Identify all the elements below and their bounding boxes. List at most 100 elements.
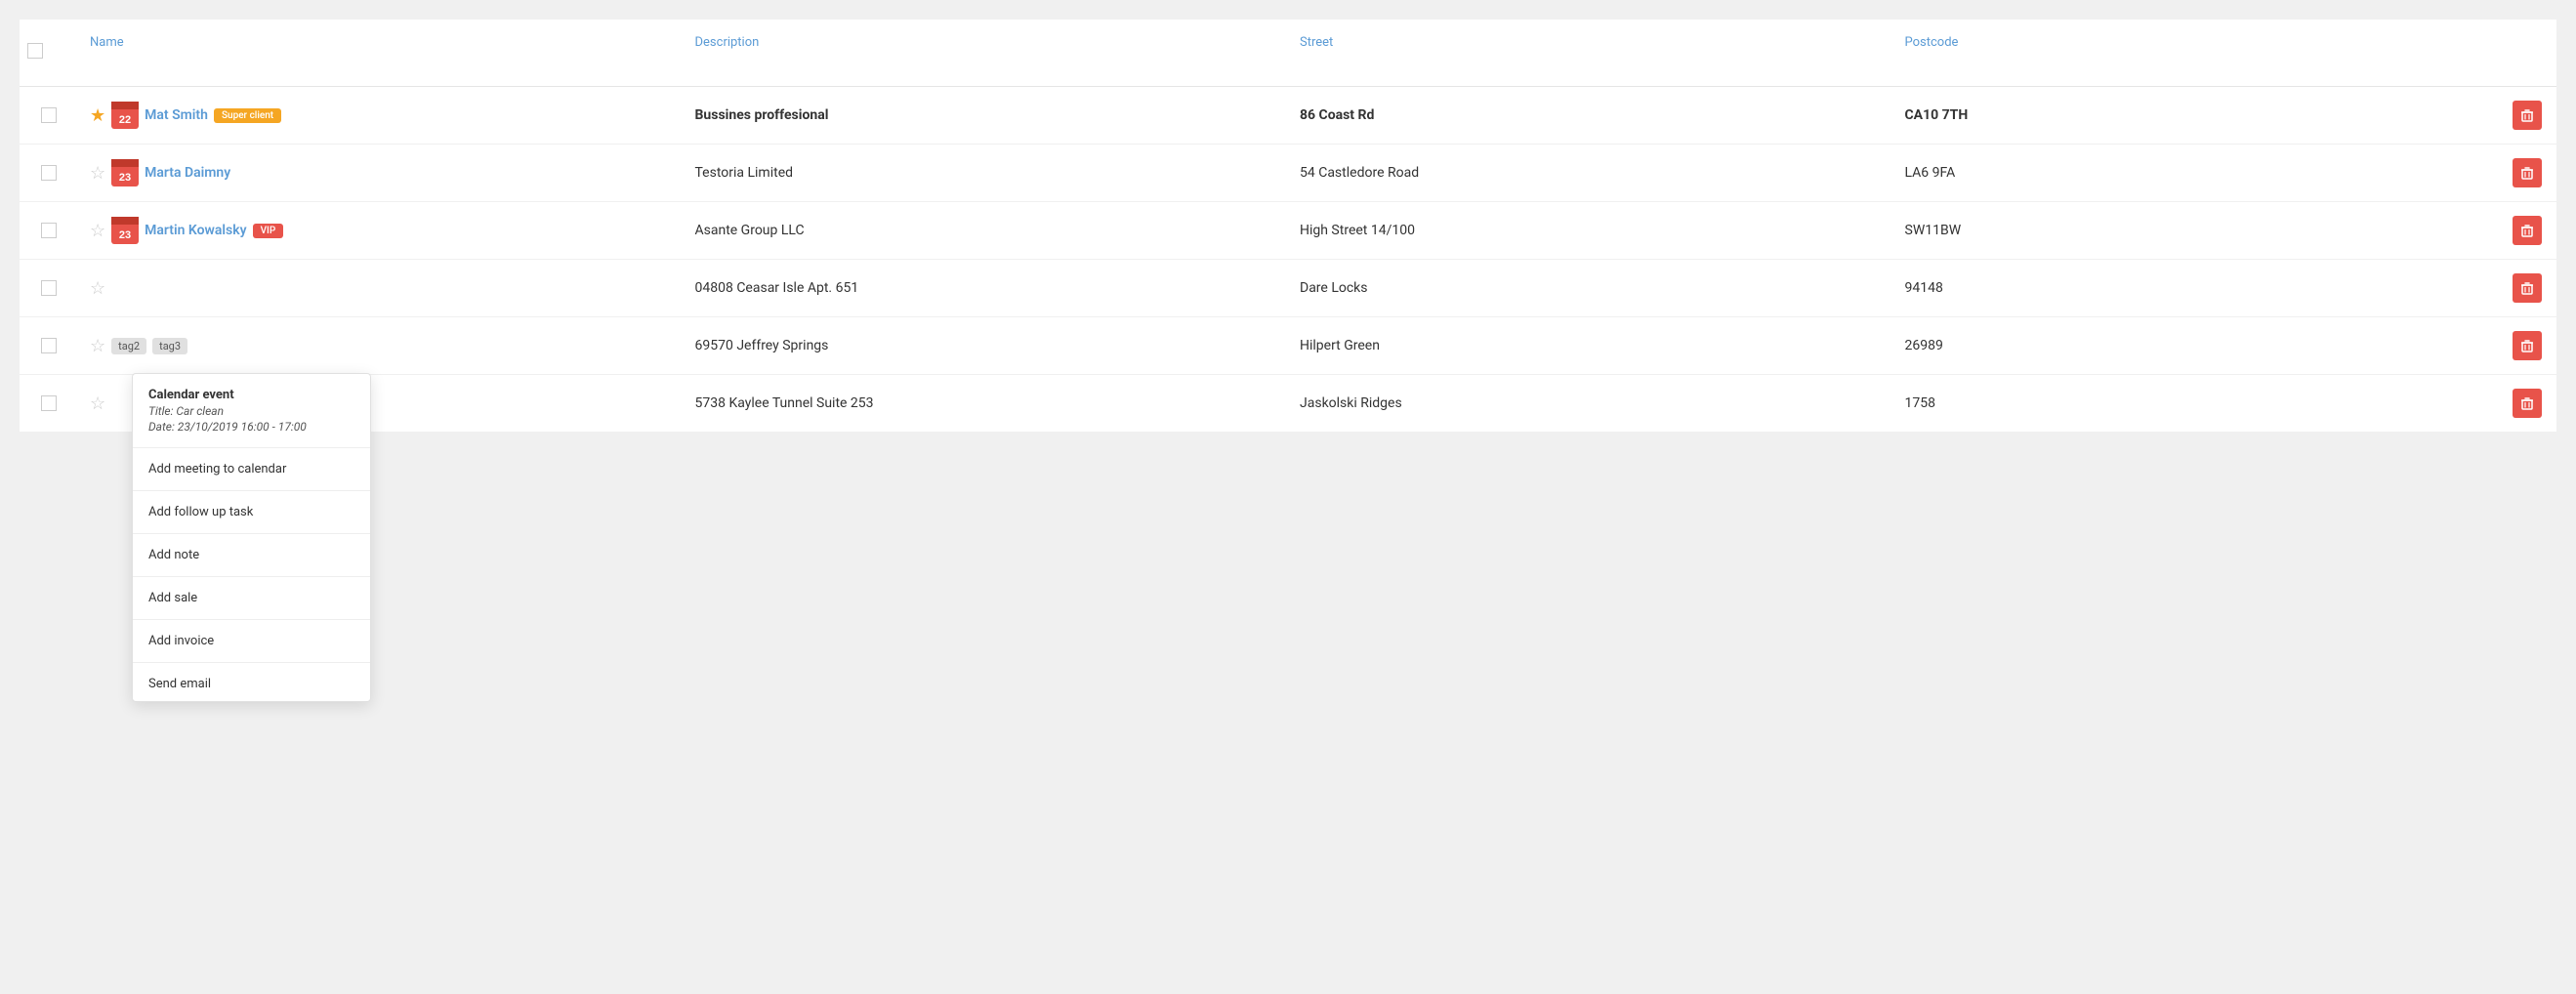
row-postcode-cell: CA10 7TH [1893, 94, 2499, 137]
row-postcode-cell: 26989 [1893, 324, 2499, 367]
postcode-text: 94148 [1905, 280, 1943, 296]
row-checkbox[interactable] [41, 107, 57, 123]
star-icon[interactable]: ☆ [90, 336, 105, 356]
super-client-badge: Super client [214, 108, 281, 123]
popup-divider [133, 490, 370, 491]
row-checkbox[interactable] [41, 395, 57, 411]
delete-button[interactable] [2513, 331, 2542, 360]
postcode-text: LA6 9FA [1905, 165, 1956, 181]
postcode-text: SW11BW [1905, 223, 1962, 238]
popup-header: Calendar event Title: Car clean Date: 23… [133, 374, 370, 448]
row-checkbox[interactable] [41, 338, 57, 353]
row-street-cell: Dare Locks [1288, 267, 1893, 310]
row-checkbox[interactable] [41, 223, 57, 238]
trash-icon [2520, 224, 2534, 237]
row-checkbox-cell [20, 382, 78, 425]
star-icon[interactable]: ★ [90, 105, 105, 126]
popup-add-sale[interactable]: Add sale [133, 581, 370, 615]
description-text: Bussines proffesional [695, 107, 829, 123]
popup-add-invoice[interactable]: Add invoice [133, 624, 370, 658]
popup-add-note[interactable]: Add note [133, 538, 370, 572]
street-text: 54 Castledore Road [1300, 165, 1419, 181]
trash-icon [2520, 396, 2534, 410]
row-description-cell: 69570 Jeffrey Springs [684, 324, 1289, 367]
row-description-cell: 04808 Ceasar Isle Apt. 651 [684, 267, 1289, 310]
row-actions-cell [2498, 202, 2556, 259]
popup-send-email[interactable]: Send email [133, 667, 370, 701]
row-postcode-cell: 1758 [1893, 382, 2499, 425]
street-text: Hilpert Green [1300, 338, 1380, 353]
star-icon[interactable]: ☆ [90, 393, 105, 414]
popup-divider [133, 619, 370, 620]
star-icon[interactable]: ☆ [90, 278, 105, 299]
row-checkbox[interactable] [41, 280, 57, 296]
row-name-cell: ☆ 23 Martin Kowalsky VIP [78, 203, 684, 258]
calendar-icon[interactable]: 23 [111, 217, 139, 244]
delete-button[interactable] [2513, 101, 2542, 130]
row-street-cell: High Street 14/100 [1288, 209, 1893, 252]
description-text: Testoria Limited [695, 165, 794, 181]
popup-divider [133, 576, 370, 577]
popup-add-meeting[interactable]: Add meeting to calendar [133, 452, 370, 486]
star-icon[interactable]: ☆ [90, 221, 105, 241]
header-description: Description [684, 29, 1289, 76]
delete-button[interactable] [2513, 216, 2542, 245]
row-postcode-cell: 94148 [1893, 267, 2499, 310]
row-street-cell: 86 Coast Rd [1288, 94, 1893, 137]
contact-name-link[interactable]: Marta Daimny [145, 165, 230, 181]
trash-icon [2520, 281, 2534, 295]
trash-icon [2520, 166, 2534, 180]
row-checkbox-cell [20, 151, 78, 194]
contact-name-link[interactable]: Mat Smith [145, 107, 208, 123]
header-street: Street [1288, 29, 1893, 76]
table-row: ★ 22 Mat Smith Super client Bussines pro… [20, 87, 2556, 145]
popup-divider [133, 662, 370, 663]
row-postcode-cell: SW11BW [1893, 209, 2499, 252]
delete-button[interactable] [2513, 273, 2542, 303]
street-text: High Street 14/100 [1300, 223, 1415, 238]
description-text: Asante Group LLC [695, 223, 805, 238]
calendar-icon[interactable]: 22 [111, 102, 139, 129]
popup-event-title: Title: Car clean [148, 404, 354, 418]
calendar-icon[interactable]: 23 [111, 159, 139, 186]
delete-button[interactable] [2513, 389, 2542, 418]
postcode-text: 1758 [1905, 395, 1935, 411]
row-actions-cell [2498, 145, 2556, 201]
row-description-cell: Testoria Limited [684, 151, 1289, 194]
street-text: Jaskolski Ridges [1300, 395, 1402, 411]
row-description-cell: 5738 Kaylee Tunnel Suite 253 [684, 382, 1289, 425]
street-text: 86 Coast Rd [1300, 107, 1374, 123]
row-actions-cell [2498, 317, 2556, 374]
header-actions [2498, 29, 2556, 76]
row-checkbox[interactable] [41, 165, 57, 181]
popup-divider [133, 533, 370, 534]
row-street-cell: 54 Castledore Road [1288, 151, 1893, 194]
contact-name-link[interactable]: Martin Kowalsky [145, 223, 246, 238]
row-name-cell: ☆ tag2 tag3 [78, 322, 684, 370]
description-text: 69570 Jeffrey Springs [695, 338, 829, 353]
select-all-checkbox[interactable] [27, 43, 43, 59]
description-text: 5738 Kaylee Tunnel Suite 253 [695, 395, 874, 411]
row-checkbox-cell [20, 94, 78, 137]
table-header: Name Description Street Postcode [20, 20, 2556, 87]
trash-icon [2520, 339, 2534, 352]
postcode-text: 26989 [1905, 338, 1943, 353]
table-row: ☆ 23 Marta Daimny Testoria Limited 54 Ca… [20, 145, 2556, 202]
tag: tag3 [152, 338, 187, 354]
row-description-cell: Bussines proffesional [684, 94, 1289, 137]
row-checkbox-cell [20, 267, 78, 310]
row-checkbox-cell [20, 324, 78, 367]
svg-text:23: 23 [119, 172, 131, 184]
popup-add-followup[interactable]: Add follow up task [133, 495, 370, 529]
row-description-cell: Asante Group LLC [684, 209, 1289, 252]
popup-event-date: Date: 23/10/2019 16:00 - 17:00 [148, 420, 354, 434]
row-actions-cell [2498, 87, 2556, 144]
row-actions-cell [2498, 260, 2556, 316]
row-name-cell: ☆ 23 Marta Daimny [78, 145, 684, 200]
postcode-text: CA10 7TH [1905, 107, 1969, 123]
delete-button[interactable] [2513, 158, 2542, 187]
star-icon[interactable]: ☆ [90, 163, 105, 184]
row-actions-cell [2498, 375, 2556, 432]
table-row: ☆ 5738 Kaylee Tunnel Suite 253 Jaskolski… [20, 375, 2556, 433]
vip-badge: VIP [253, 224, 284, 238]
